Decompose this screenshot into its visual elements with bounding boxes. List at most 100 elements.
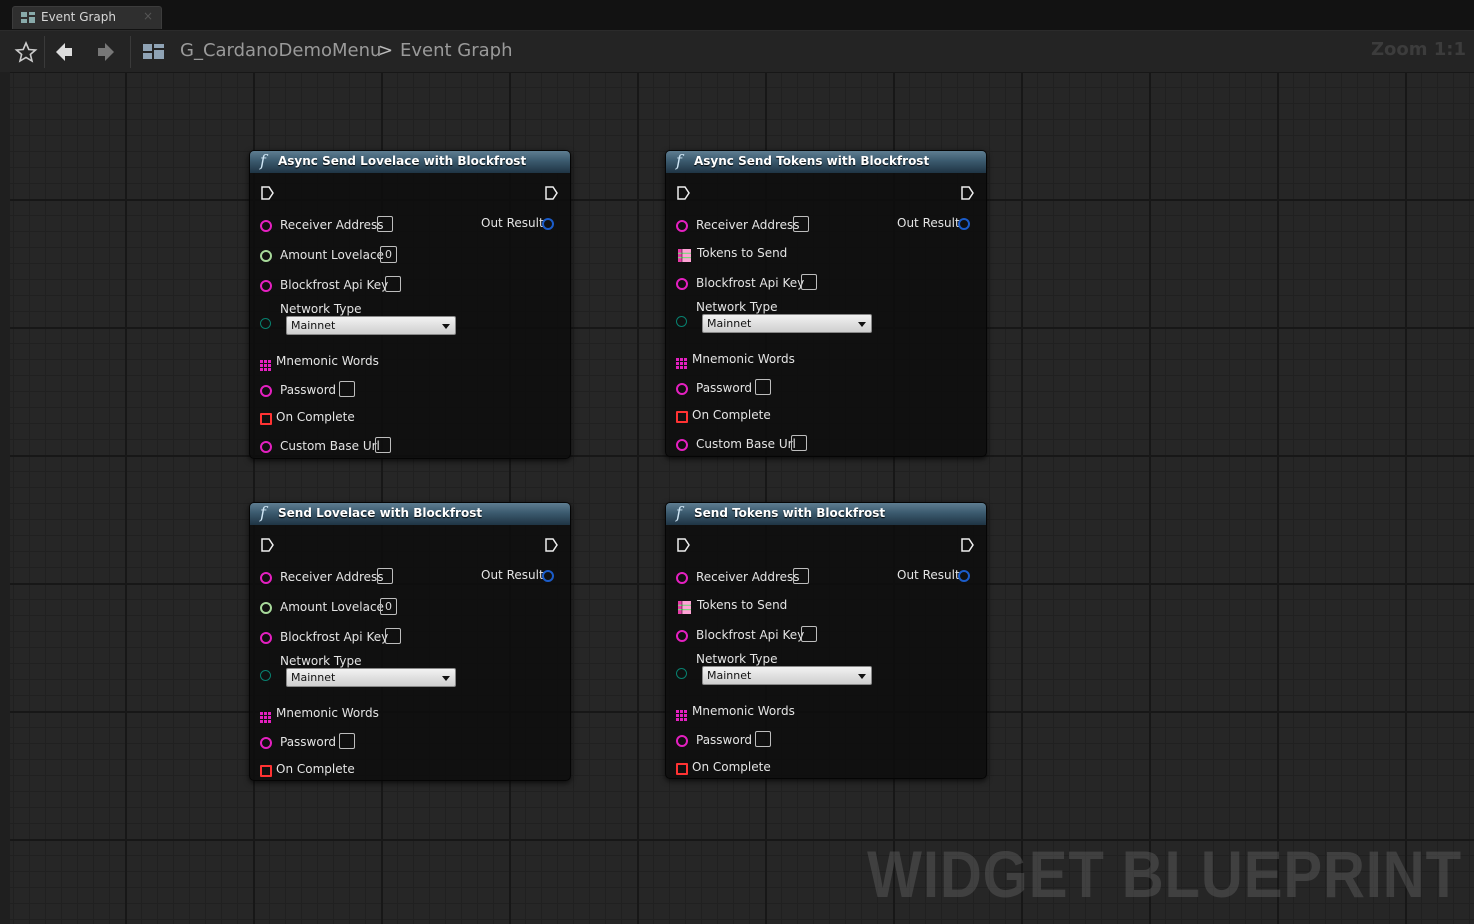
amount-lovelace-pin[interactable]	[260, 602, 272, 614]
network-type-value: Mainnet	[291, 671, 336, 684]
out-result-pin[interactable]	[542, 570, 554, 582]
amount-lovelace-input[interactable]: 0	[380, 598, 397, 615]
tokens-to-send-label: Tokens to Send	[697, 598, 788, 612]
out-result-label: Out Result	[897, 568, 960, 582]
tab-label: Event Graph	[41, 10, 116, 24]
tokens-array-pin[interactable]	[678, 247, 691, 262]
node-header[interactable]: f Async Send Lovelace with Blockfrost	[250, 151, 570, 173]
exec-in-pin-icon[interactable]	[676, 185, 690, 200]
blockfrost-api-key-label: Blockfrost Api Key	[280, 630, 389, 644]
password-pin[interactable]	[260, 385, 272, 397]
receiver-address-pin[interactable]	[676, 572, 688, 584]
network-type-pin[interactable]	[260, 318, 271, 329]
receiver-address-label: Receiver Address	[696, 218, 800, 232]
exec-in-pin-icon[interactable]	[260, 185, 274, 200]
back-arrow-icon[interactable]	[50, 39, 78, 65]
network-type-pin[interactable]	[676, 316, 687, 327]
tab-bar: Event Graph ×	[0, 0, 1474, 30]
on-complete-delegate-pin[interactable]	[260, 765, 272, 777]
exec-out-pin-icon[interactable]	[960, 185, 974, 200]
function-node[interactable]: f Async Send Tokens with Blockfrost Receiv…	[665, 150, 987, 457]
network-type-dropdown[interactable]: Mainnet	[702, 666, 872, 685]
out-result-pin[interactable]	[958, 218, 970, 230]
custom-base-url-input[interactable]	[375, 437, 391, 453]
receiver-address-input[interactable]	[377, 216, 393, 232]
amount-lovelace-pin[interactable]	[260, 250, 272, 262]
out-result-pin[interactable]	[542, 218, 554, 230]
node-header[interactable]: f Send Tokens with Blockfrost	[666, 503, 986, 525]
breadcrumb-blueprint[interactable]: G_CardanoDemoMenu	[180, 40, 381, 61]
divider	[44, 36, 45, 68]
password-input[interactable]	[755, 379, 771, 395]
tab-event-graph[interactable]: Event Graph ×	[12, 6, 162, 29]
network-type-dropdown[interactable]: Mainnet	[286, 668, 456, 687]
blockfrost-api-key-input[interactable]	[385, 628, 401, 644]
node-header[interactable]: f Async Send Tokens with Blockfrost	[666, 151, 986, 173]
star-icon[interactable]	[12, 39, 40, 65]
breadcrumb: G_CardanoDemoMenu > Event Graph Zoom 1:1	[0, 30, 1474, 72]
mnemonic-array-pin-icon[interactable]	[676, 354, 687, 369]
zoom-level: Zoom 1:1	[1370, 39, 1466, 60]
password-input[interactable]	[755, 731, 771, 747]
node-title: Async Send Lovelace with Blockfrost	[278, 154, 527, 168]
blockfrost-api-key-input[interactable]	[385, 276, 401, 292]
out-result-label: Out Result	[481, 216, 544, 230]
node-title: Send Lovelace with Blockfrost	[278, 506, 483, 520]
blockfrost-api-key-pin[interactable]	[676, 630, 688, 642]
out-result-pin[interactable]	[958, 570, 970, 582]
tokens-array-pin[interactable]	[678, 599, 691, 614]
tab-close-icon[interactable]: ×	[143, 9, 153, 23]
function-node[interactable]: f Send Lovelace with Blockfrost Receiver A…	[249, 502, 571, 781]
breadcrumb-graph: Event Graph	[400, 40, 513, 61]
amount-lovelace-input[interactable]: 0	[380, 246, 397, 263]
exec-out-pin-icon[interactable]	[544, 185, 558, 200]
blockfrost-api-key-pin[interactable]	[260, 280, 272, 292]
forward-arrow-icon[interactable]	[92, 39, 120, 65]
receiver-address-pin[interactable]	[260, 572, 272, 584]
exec-in-pin-icon[interactable]	[260, 537, 274, 552]
on-complete-label: On Complete	[692, 408, 771, 422]
chevron-down-icon	[442, 324, 450, 329]
on-complete-delegate-pin[interactable]	[260, 413, 272, 425]
custom-base-url-input[interactable]	[791, 435, 807, 451]
password-label: Password	[696, 733, 753, 747]
node-header[interactable]: f Send Lovelace with Blockfrost	[250, 503, 570, 525]
password-pin[interactable]	[676, 383, 688, 395]
blockfrost-api-key-input[interactable]	[801, 274, 817, 290]
on-complete-delegate-pin[interactable]	[676, 763, 688, 775]
receiver-address-pin[interactable]	[260, 220, 272, 232]
network-type-value: Mainnet	[707, 669, 752, 682]
tokens-to-send-label: Tokens to Send	[697, 246, 788, 260]
receiver-address-input[interactable]	[377, 568, 393, 584]
mnemonic-array-pin-icon[interactable]	[260, 356, 271, 371]
on-complete-delegate-pin[interactable]	[676, 411, 688, 423]
receiver-address-pin[interactable]	[676, 220, 688, 232]
receiver-address-input[interactable]	[793, 216, 809, 232]
password-pin[interactable]	[676, 735, 688, 747]
network-type-pin[interactable]	[676, 668, 687, 679]
function-node[interactable]: f Send Tokens with Blockfrost Receiver Add…	[665, 502, 987, 779]
function-node[interactable]: f Async Send Lovelace with Blockfrost Rece…	[249, 150, 571, 459]
exec-in-pin-icon[interactable]	[676, 537, 690, 552]
password-input[interactable]	[339, 733, 355, 749]
custom-base-url-pin[interactable]	[676, 439, 688, 451]
mnemonic-words-label: Mnemonic Words	[692, 352, 795, 366]
mnemonic-array-pin-icon[interactable]	[260, 708, 271, 723]
network-type-dropdown[interactable]: Mainnet	[702, 314, 872, 333]
custom-base-url-pin[interactable]	[260, 441, 272, 453]
network-type-pin[interactable]	[260, 670, 271, 681]
mnemonic-array-pin-icon[interactable]	[676, 706, 687, 721]
network-type-label: Network Type	[280, 654, 362, 668]
receiver-address-input[interactable]	[793, 568, 809, 584]
exec-out-pin-icon[interactable]	[544, 537, 558, 552]
exec-out-pin-icon[interactable]	[960, 537, 974, 552]
password-input[interactable]	[339, 381, 355, 397]
blockfrost-api-key-label: Blockfrost Api Key	[280, 278, 389, 292]
out-result-label: Out Result	[481, 568, 544, 582]
network-type-dropdown[interactable]: Mainnet	[286, 316, 456, 335]
receiver-address-label: Receiver Address	[280, 218, 384, 232]
blockfrost-api-key-pin[interactable]	[676, 278, 688, 290]
blockfrost-api-key-input[interactable]	[801, 626, 817, 642]
blockfrost-api-key-pin[interactable]	[260, 632, 272, 644]
password-pin[interactable]	[260, 737, 272, 749]
